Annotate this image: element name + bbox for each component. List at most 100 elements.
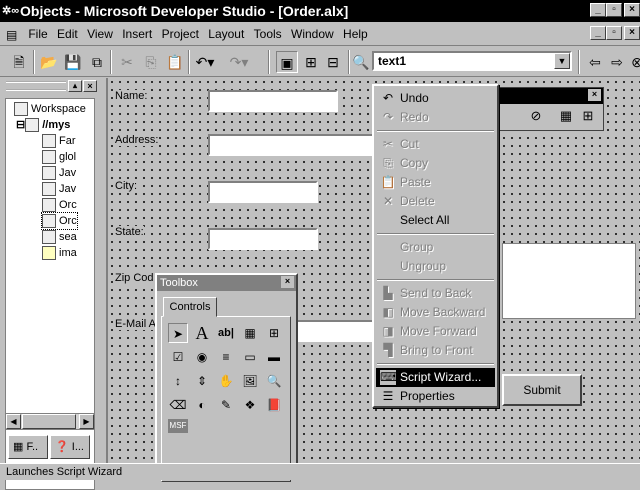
checkbox-tool-icon[interactable]: ☑ [168, 347, 188, 367]
label-tool-icon[interactable]: A [192, 323, 212, 343]
back-arrow-icon[interactable]: ⇦ [584, 51, 606, 73]
zip-field[interactable] [502, 243, 636, 319]
maximize-button[interactable]: ▫ [606, 3, 622, 17]
eraser-tool-icon[interactable]: ⌫ [168, 395, 188, 415]
find-in-files-icon[interactable]: 🔍 [350, 51, 372, 73]
menu-item-script-wizard[interactable]: ⌨ Script Wizard... [376, 368, 495, 387]
forward-arrow-icon[interactable]: ⇨ [606, 51, 628, 73]
combobox-tool-icon[interactable]: ≡ [216, 347, 236, 367]
menu-item-ungroup[interactable]: Ungroup [376, 257, 495, 276]
object-combo[interactable]: text1 ▼ [372, 51, 572, 71]
close-icon[interactable]: × [588, 89, 601, 101]
menu-file[interactable]: File [25, 22, 50, 46]
tree-item[interactable]: Jav [42, 165, 76, 181]
menu-item-properties[interactable]: ☰ Properties [376, 387, 495, 406]
scroll-thumb[interactable] [22, 414, 76, 429]
pen-tool-icon[interactable]: ✎ [216, 395, 236, 415]
chevron-down-icon[interactable]: ▼ [554, 53, 570, 69]
close-button[interactable]: × [624, 3, 640, 17]
tree-item[interactable]: sea [42, 229, 77, 245]
tree-item[interactable]: Orc [41, 212, 78, 230]
doc-close-button[interactable]: × [624, 26, 640, 40]
button-tool-icon[interactable]: ▭ [240, 347, 260, 367]
paste-icon[interactable]: 📋 [164, 51, 186, 73]
minimize-button[interactable]: _ [590, 3, 606, 17]
book-tool-icon[interactable]: 📕 [264, 395, 284, 415]
menu-item-paste[interactable]: 📋 Paste [376, 173, 495, 192]
scrollbar-tool-icon[interactable]: ↕ [168, 371, 188, 391]
new-file-icon[interactable]: 🗎 [8, 51, 30, 73]
close-icon[interactable]: × [281, 276, 294, 288]
msf-tool-icon[interactable]: MSF [168, 419, 188, 433]
grid-tool-icon[interactable]: ⊞ [264, 323, 284, 343]
redo-icon[interactable]: ↷▾ [228, 51, 250, 73]
name-field[interactable] [208, 90, 338, 112]
menu-edit[interactable]: Edit [54, 22, 81, 46]
window-list-icon[interactable]: ⊟ [322, 51, 344, 73]
shape-tool-icon[interactable]: ◐ [192, 395, 212, 415]
grid-icon[interactable]: ▦ [557, 108, 575, 126]
listbox-tool-icon[interactable]: ▦ [240, 323, 260, 343]
panel-grip[interactable] [6, 81, 66, 91]
workspace-toggle-icon[interactable]: ▣ [276, 51, 298, 73]
spinbutton-tool-icon[interactable]: ⇕ [192, 371, 212, 391]
tree-item[interactable]: glol [42, 149, 76, 165]
menu-item-send-to-back[interactable]: ▙ Send to Back [376, 284, 495, 303]
scroll-right-icon[interactable]: ▶ [79, 414, 94, 429]
tree-item[interactable]: Workspace [14, 101, 86, 117]
save-icon[interactable]: 💾 [62, 51, 84, 73]
horizontal-scrollbar[interactable]: ◀ ▶ [5, 413, 95, 430]
save-all-icon[interactable]: ⧉ [86, 51, 108, 73]
tab-controls[interactable]: Controls [163, 297, 217, 317]
submit-button[interactable]: Submit [502, 374, 582, 406]
menu-project[interactable]: Project [159, 22, 202, 46]
doc-minimize-button[interactable]: _ [590, 26, 606, 40]
stop-icon[interactable]: ⊗ [626, 51, 640, 73]
menu-item-move-forward[interactable]: ◨ Move Forward [376, 322, 495, 341]
menu-tools[interactable]: Tools [251, 22, 285, 46]
menu-item-redo[interactable]: ↷ Redo [376, 108, 495, 127]
menu-item-copy[interactable]: ⎘ Copy [376, 154, 495, 173]
app-icon[interactable]: ✲∞ [2, 3, 19, 19]
align-grid-icon[interactable]: ⊞ [579, 108, 597, 126]
tab-file-view[interactable]: ▦ F.. [8, 435, 48, 459]
frame-tool-icon[interactable]: ▬ [264, 347, 284, 367]
state-field[interactable] [208, 228, 318, 250]
menu-window[interactable]: Window [288, 22, 337, 46]
panel-maximize-button[interactable]: ▴ [68, 80, 82, 92]
toolbox-header[interactable]: Toolbox × [157, 275, 296, 291]
cubes-tool-icon[interactable]: ❖ [240, 395, 260, 415]
doc-restore-button[interactable]: ▫ [606, 26, 622, 40]
menu-item-select-all[interactable]: Select All [376, 211, 495, 230]
copy-icon[interactable]: ⎘ [140, 51, 162, 73]
menu-item-move-backward[interactable]: ◧ Move Backward [376, 303, 495, 322]
scroll-left-icon[interactable]: ◀ [6, 414, 21, 429]
menu-view[interactable]: View [84, 22, 116, 46]
email-field[interactable] [288, 320, 378, 342]
undo-icon[interactable]: ↶▾ [194, 51, 216, 73]
image-tool-icon[interactable]: 🖼 [240, 371, 260, 391]
menu-item-bring-to-front[interactable]: ▜ Bring to Front [376, 341, 495, 360]
tree-item[interactable]: ima [42, 245, 77, 261]
menu-help[interactable]: Help [340, 22, 371, 46]
hotspot-tool-icon[interactable]: ✋ [216, 371, 236, 391]
pointer-tool-icon[interactable]: ➤ [168, 323, 188, 343]
menu-item-group[interactable]: Group [376, 238, 495, 257]
snap-icon[interactable]: ⊘ [527, 108, 545, 126]
document-icon[interactable]: ▤ [6, 28, 22, 42]
menu-insert[interactable]: Insert [119, 22, 155, 46]
tab-info-view[interactable]: ❓ I... [50, 435, 90, 459]
city-field[interactable] [208, 181, 318, 203]
tree-item[interactable]: Orc [42, 197, 77, 213]
output-window-icon[interactable]: ⊞ [300, 51, 322, 73]
menu-item-delete[interactable]: ✕ Delete [376, 192, 495, 211]
menu-layout[interactable]: Layout [205, 22, 247, 46]
open-folder-icon[interactable]: 📂 [38, 51, 60, 73]
cut-icon[interactable]: ✂ [116, 51, 138, 73]
menu-item-cut[interactable]: ✂ Cut [376, 135, 495, 154]
tree-item[interactable]: Far [42, 133, 76, 149]
tree-item[interactable]: ⊟//mys [16, 117, 70, 133]
magnify-tool-icon[interactable]: 🔍 [264, 371, 284, 391]
panel-close-button[interactable]: × [83, 80, 97, 92]
menu-item-undo[interactable]: ↶ Undo [376, 89, 495, 108]
